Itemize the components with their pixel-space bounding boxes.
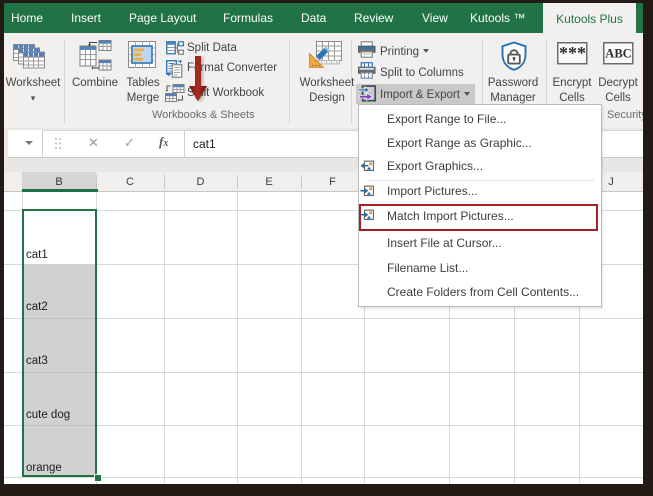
- svg-text:***: ***: [559, 43, 586, 63]
- svg-text:ABC: ABC: [605, 47, 631, 61]
